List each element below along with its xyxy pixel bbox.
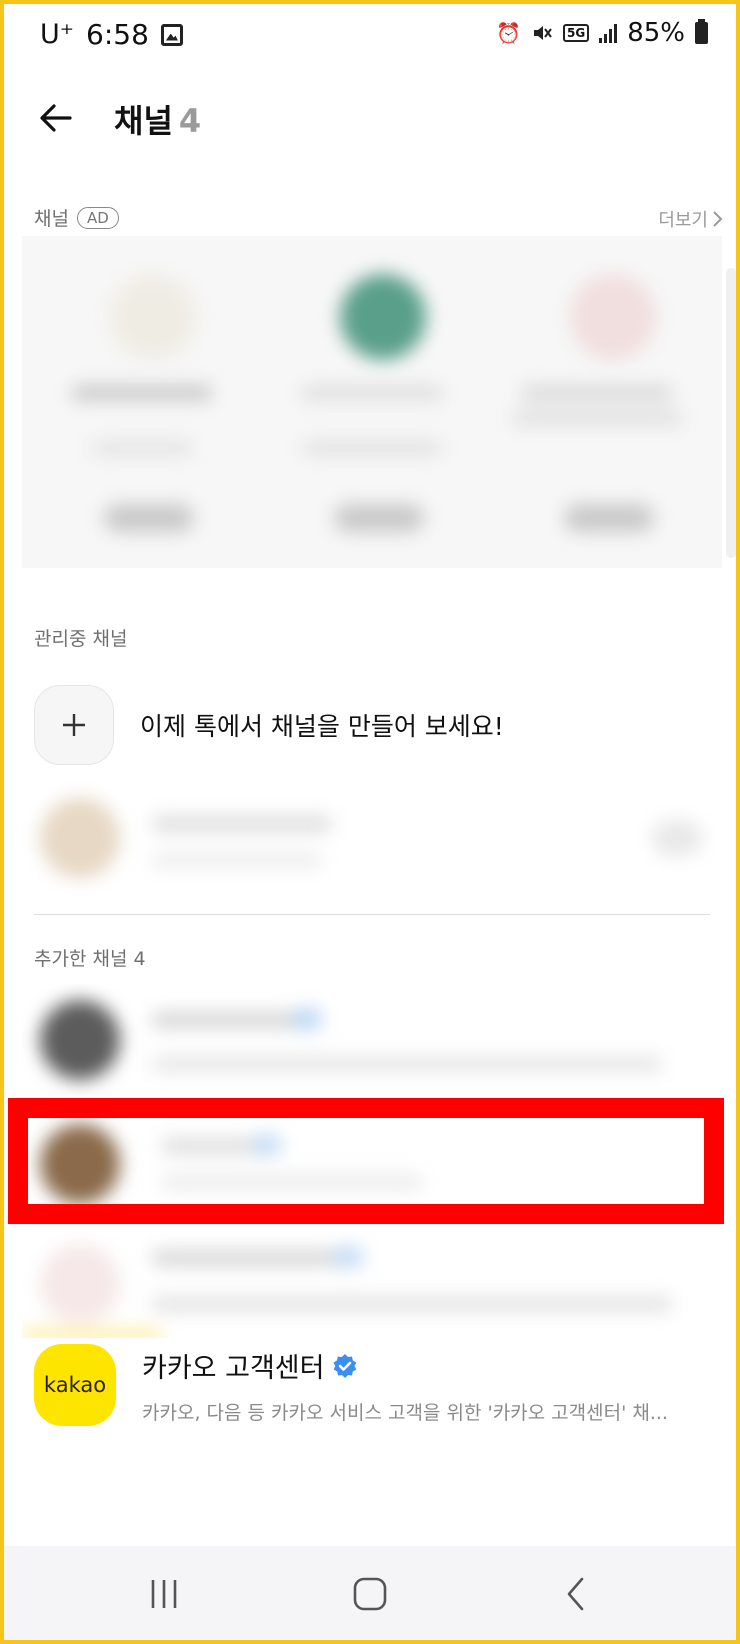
highlight-box — [8, 1098, 724, 1224]
page-title: 채널 4 — [114, 96, 201, 142]
channel-name-line — [152, 816, 332, 832]
ad-card-title — [302, 386, 442, 400]
verified-badge — [292, 1008, 322, 1030]
ad-card-button[interactable] — [104, 504, 194, 532]
more-link-label: 더보기 — [658, 210, 708, 231]
status-bar: U⁺ 6:58 ⏰ 5G 85% — [4, 4, 736, 70]
battery-icon — [695, 19, 708, 44]
ad-card-title — [72, 386, 212, 400]
status-right: ⏰ 5G 85% — [496, 18, 708, 48]
header: 채널 4 — [4, 80, 736, 156]
ad-section-title: 채널 — [34, 208, 69, 230]
managed-section-label: 관리중 채널 — [34, 628, 128, 650]
channel-count: 4 — [178, 102, 202, 140]
channel-desc-line — [152, 1056, 662, 1072]
back-arrow-icon[interactable] — [34, 96, 78, 140]
kakao-logo: kakao — [34, 1344, 116, 1426]
signal-icon — [599, 23, 618, 43]
create-channel-text: 이제 톡에서 채널을 만들어 보세요! — [140, 712, 504, 741]
section-divider — [34, 914, 710, 915]
more-link[interactable]: 더보기 — [658, 206, 724, 232]
added-channel-row[interactable] — [22, 984, 722, 1096]
navigation-bar — [4, 1546, 736, 1640]
next-avatar-edge — [22, 1330, 162, 1338]
ad-card[interactable] — [262, 236, 482, 568]
gallery-icon — [160, 23, 183, 46]
ad-card-subtitle — [302, 441, 442, 455]
added-section-label: 추가한 채널 4 — [34, 948, 146, 970]
alarm-icon: ⏰ — [496, 21, 521, 45]
status-left: U⁺ 6:58 — [40, 18, 183, 51]
network-5g-icon: 5G — [563, 24, 590, 42]
back-icon[interactable] — [546, 1566, 606, 1622]
carousel-edge — [726, 268, 736, 558]
channel-avatar — [40, 798, 120, 878]
app-screen: U⁺ 6:58 ⏰ 5G 85% 채널 4 채널 AD 더보기 관리중 채널 이… — [4, 4, 736, 1640]
kakao-channel-description: 카카오, 다음 등 카카오 서비스 고객을 위한 '카카오 고객센터' 채... — [142, 1402, 668, 1424]
kakao-channel-row[interactable]: kakao 카카오 고객센터 카카오, 다음 등 카카오 서비스 고객을 위한 … — [34, 1344, 724, 1434]
create-channel-row[interactable]: 이제 톡에서 채널을 만들어 보세요! — [34, 684, 714, 766]
plus-glyph — [63, 714, 85, 736]
ad-badge: AD — [76, 206, 119, 229]
chevron-right-icon — [713, 211, 723, 227]
ad-carousel[interactable] — [22, 236, 722, 568]
channel-name-line — [152, 1250, 352, 1266]
managed-channel-row[interactable] — [22, 780, 722, 896]
channel-avatar — [40, 1244, 120, 1324]
ad-card-title — [522, 386, 672, 400]
recent-apps-glyph — [151, 1580, 177, 1608]
home-icon[interactable] — [340, 1566, 400, 1622]
page-title-text: 채널 — [114, 102, 173, 140]
ad-card-button[interactable] — [564, 504, 654, 532]
channel-name-line — [152, 1012, 312, 1028]
battery-percent: 85% — [627, 18, 685, 48]
channel-desc-line — [152, 1296, 672, 1312]
verified-icon — [333, 1353, 357, 1378]
ad-card-image — [110, 274, 196, 360]
plus-icon[interactable] — [34, 685, 114, 765]
verified-badge — [332, 1246, 364, 1268]
channel-action — [652, 820, 702, 856]
ad-card-image — [570, 274, 656, 360]
ad-section-label: 채널 AD — [34, 204, 119, 231]
ad-card-subtitle — [512, 411, 682, 425]
kakao-channel-name-text: 카카오 고객센터 — [142, 1353, 325, 1384]
mute-icon — [534, 26, 552, 40]
recent-apps-icon[interactable] — [134, 1566, 194, 1622]
clock: 6:58 — [86, 18, 149, 51]
channel-avatar — [40, 1000, 120, 1080]
ad-card-image — [340, 274, 426, 360]
added-channel-row[interactable] — [22, 1230, 722, 1338]
ad-card[interactable] — [32, 236, 252, 568]
home-glyph — [353, 1577, 387, 1611]
ad-card-subtitle — [92, 441, 192, 455]
back-glyph — [567, 1577, 584, 1611]
ad-card-button[interactable] — [334, 504, 424, 532]
kakao-channel-name: 카카오 고객센터 — [142, 1346, 358, 1385]
carrier-label: U⁺ — [40, 19, 75, 50]
ad-card[interactable] — [492, 236, 712, 568]
channel-desc-line — [152, 852, 322, 868]
